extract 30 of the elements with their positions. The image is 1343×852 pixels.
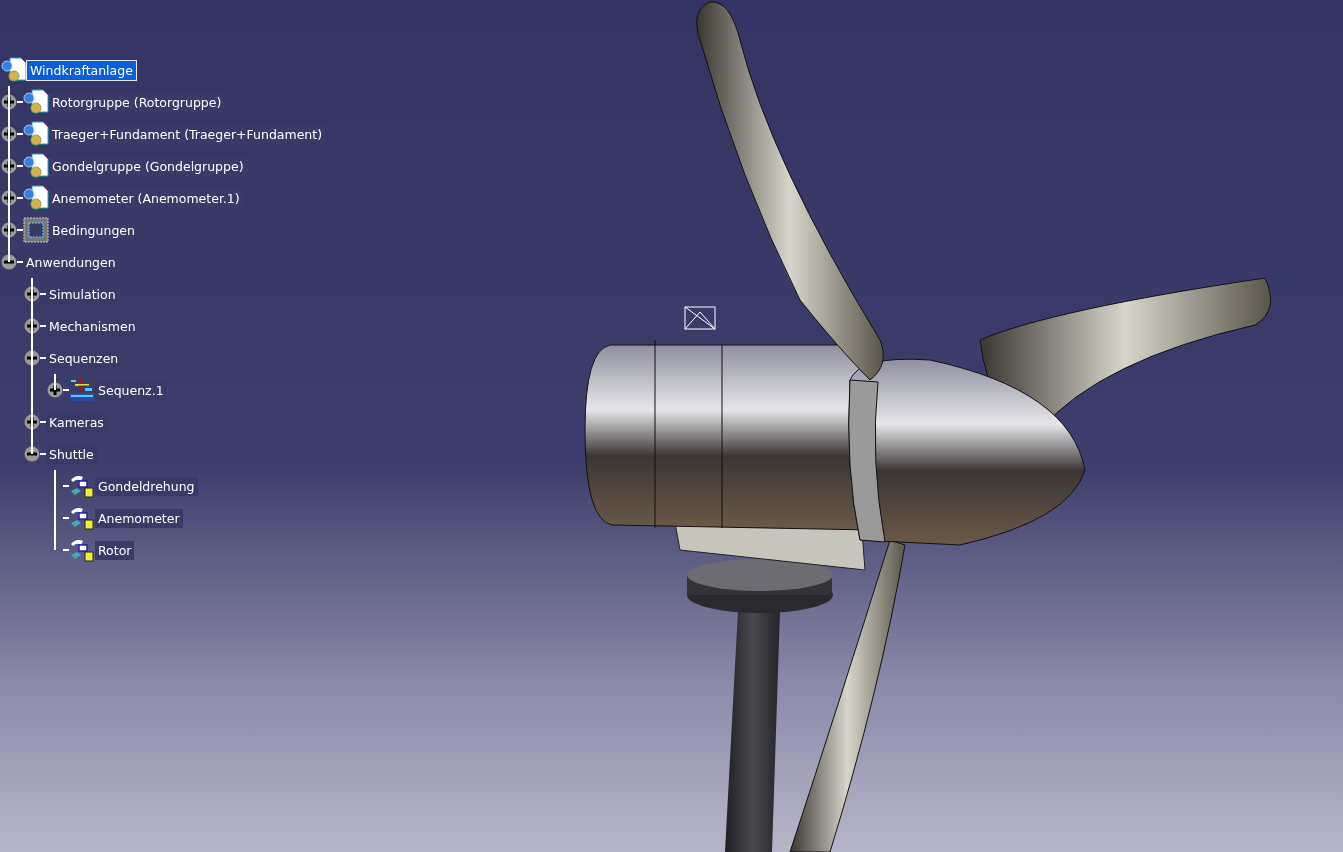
tree-item[interactable]: Gondeldrehung [95, 476, 198, 496]
expand-icon[interactable] [1, 222, 17, 238]
tree-item[interactable]: Shuttle [46, 444, 97, 464]
collapse-icon[interactable] [24, 446, 40, 462]
tree-item[interactable]: Traeger+Fundament (Traeger+Fundament) [49, 124, 326, 144]
sequence-icon [69, 377, 95, 403]
expand-icon[interactable] [1, 126, 17, 142]
expand-icon[interactable] [1, 94, 17, 110]
product-icon [23, 185, 49, 211]
expand-icon[interactable] [24, 286, 40, 302]
tree-item[interactable]: Anemometer [95, 508, 183, 528]
product-icon [23, 89, 49, 115]
collapse-icon[interactable] [1, 254, 17, 270]
shuttle-icon [69, 537, 95, 563]
expand-icon[interactable] [24, 318, 40, 334]
expand-icon[interactable] [1, 158, 17, 174]
tree-item[interactable]: Gondelgruppe (Gondelgruppe) [49, 156, 247, 176]
tree-item[interactable]: Rotorgruppe (Rotorgruppe) [49, 92, 225, 112]
product-icon [23, 153, 49, 179]
product-icon [1, 57, 27, 83]
expand-icon[interactable] [47, 382, 63, 398]
collapse-icon[interactable] [24, 350, 40, 366]
tree-item[interactable]: Rotor [95, 540, 135, 560]
expand-icon[interactable] [1, 190, 17, 206]
constraints-icon [23, 217, 49, 243]
shuttle-icon [69, 505, 95, 531]
shuttle-icon [69, 473, 95, 499]
expand-icon[interactable] [24, 414, 40, 430]
product-icon [23, 121, 49, 147]
tree-item[interactable]: Windkraftanlage [27, 60, 136, 80]
